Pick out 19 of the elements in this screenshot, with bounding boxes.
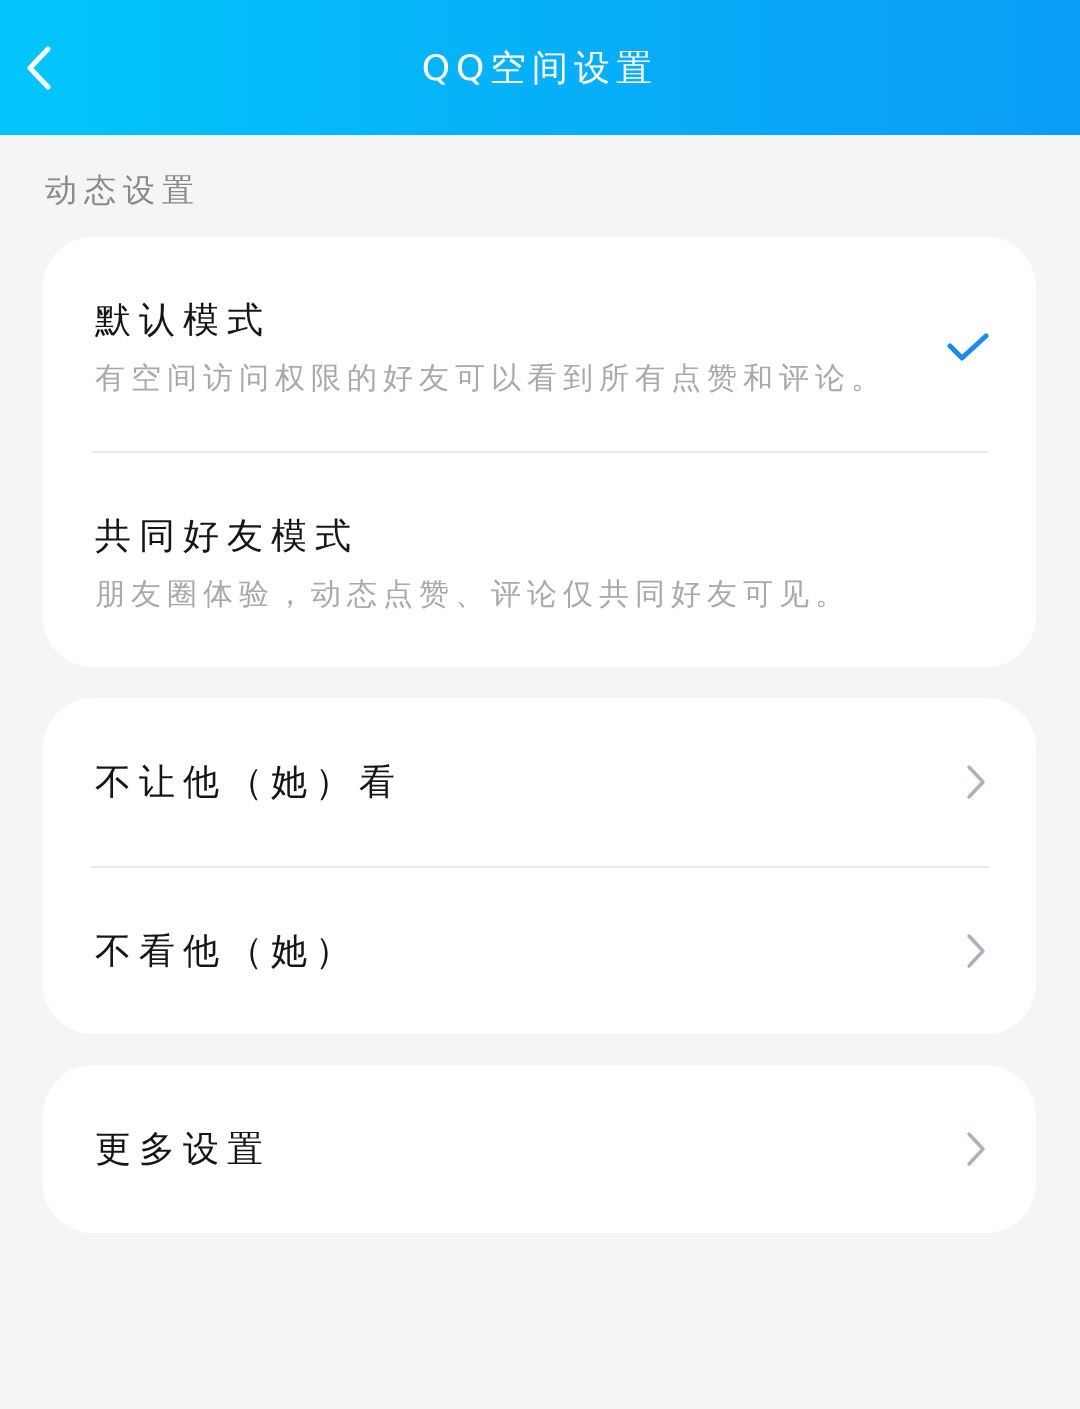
menu-row[interactable]: 不看他（她） xyxy=(91,866,989,1034)
mode-option[interactable]: 默认模式 有空间访问权限的好友可以看到所有点赞和评论。 xyxy=(91,237,989,451)
option-title: 共同好友模式 xyxy=(95,514,359,558)
section-label: 动态设置 xyxy=(45,170,201,210)
menu-label: 更多设置 xyxy=(95,1127,271,1171)
chevron-right-icon xyxy=(965,764,987,800)
option-description: 有空间访问权限的好友可以看到所有点赞和评论。 xyxy=(95,359,887,397)
option-description: 朋友圈体验，动态点赞、评论仅共同好友可见。 xyxy=(95,575,851,613)
page-title: QQ空间设置 xyxy=(421,45,659,90)
option-title: 默认模式 xyxy=(95,298,271,342)
check-icon xyxy=(947,331,989,362)
chevron-right-icon xyxy=(965,1131,987,1167)
back-icon[interactable] xyxy=(26,45,52,90)
menu-row[interactable]: 更多设置 xyxy=(91,1065,989,1233)
menu-label: 不看他（她） xyxy=(95,929,359,973)
menu-row[interactable]: 不让他（她）看 xyxy=(91,698,989,866)
menu-label: 不让他（她）看 xyxy=(95,760,403,804)
chevron-right-icon xyxy=(965,933,987,969)
mode-option[interactable]: 共同好友模式 朋友圈体验，动态点赞、评论仅共同好友可见。 xyxy=(91,451,989,667)
